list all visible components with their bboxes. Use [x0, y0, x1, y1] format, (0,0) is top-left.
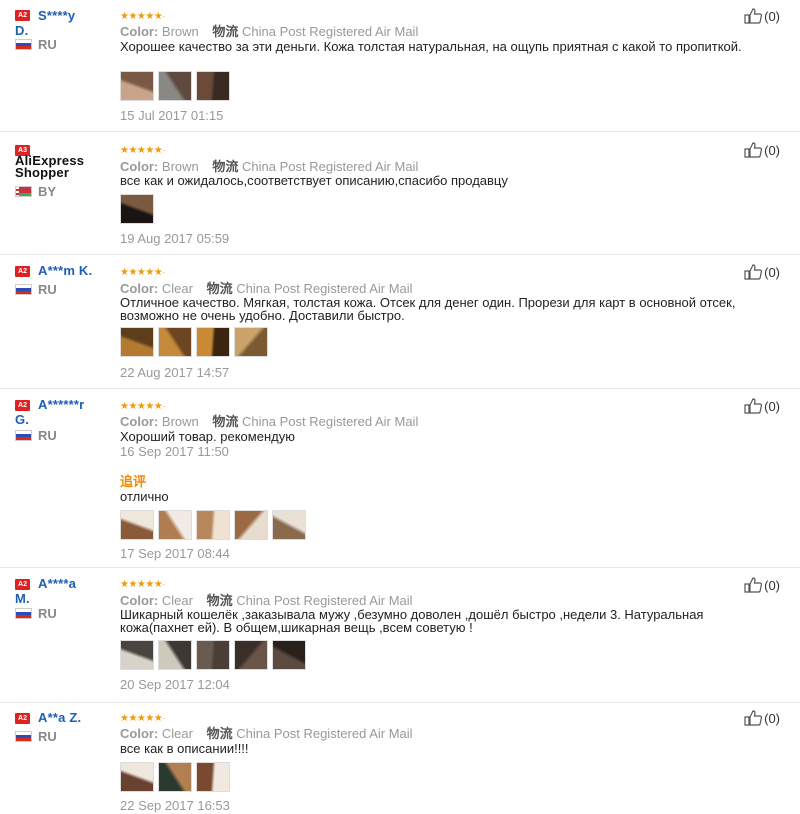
like-button[interactable]: (0) — [744, 8, 780, 24]
reviewer-name[interactable]: A******r G. — [15, 397, 84, 427]
review-item: A2 A****a M. RU ★★★★★· Color: Clear 物流 C… — [0, 568, 800, 703]
like-button[interactable]: (0) — [744, 398, 780, 414]
review-photo-thumbnail[interactable] — [234, 327, 268, 357]
thumbs-up-icon — [744, 8, 762, 24]
like-button[interactable]: (0) — [744, 710, 780, 726]
rating-stars: ★★★★★· — [120, 267, 165, 278]
thumbs-up-icon — [744, 577, 762, 593]
review-text: все как в описании!!!! — [120, 742, 780, 755]
thumbs-up-icon — [744, 398, 762, 414]
like-count: (0) — [764, 265, 780, 280]
review-photo-thumbnail[interactable] — [120, 762, 154, 792]
like-button[interactable]: (0) — [744, 264, 780, 280]
thumbs-up-icon — [744, 142, 762, 158]
review-photo-thumbnail[interactable] — [234, 510, 268, 540]
review-photo-thumbnail[interactable] — [158, 327, 192, 357]
by-flag-icon — [15, 186, 32, 197]
like-count: (0) — [764, 143, 780, 158]
order-info: Color: Clear 物流 China Post Registered Ai… — [120, 723, 413, 742]
ru-flag-icon — [15, 430, 32, 441]
review-date: 15 Jul 2017 01:15 — [120, 108, 223, 123]
review-photos — [120, 327, 268, 357]
additional-review-label: 追评 — [120, 471, 146, 490]
review-date: 22 Aug 2017 14:57 — [120, 365, 229, 380]
review-photo-thumbnail[interactable] — [120, 71, 154, 101]
ru-flag-icon — [15, 608, 32, 619]
like-count: (0) — [764, 711, 780, 726]
review-photo-thumbnail[interactable] — [158, 762, 192, 792]
review-item: A2 A***m K. RU ★★★★★· Color: Clear 物流 Ch… — [0, 255, 800, 389]
like-count: (0) — [764, 399, 780, 414]
ru-flag-icon — [15, 731, 32, 742]
like-button[interactable]: (0) — [744, 142, 780, 158]
review-item: A2 A******r G. RU ★★★★★· Color: Brown 物流… — [0, 389, 800, 568]
review-photo-thumbnail[interactable] — [196, 762, 230, 792]
review-text: Отличное качество. Мягкая, толстая кожа.… — [120, 296, 740, 322]
review-photo-thumbnail[interactable] — [120, 194, 154, 224]
additional-review-text: отлично — [120, 490, 780, 503]
thumbs-up-icon — [744, 710, 762, 726]
review-photos — [120, 71, 230, 101]
review-photo-thumbnail[interactable] — [158, 640, 192, 670]
review-date: 19 Aug 2017 05:59 — [120, 231, 229, 246]
reviewer-country: RU — [15, 606, 57, 621]
review-photos — [120, 640, 306, 670]
review-text: Шикарный кошелёк ,заказывала мужу ,безум… — [120, 608, 740, 634]
reviewer-country: RU — [15, 428, 57, 443]
review-item: A2 A**a Z. RU ★★★★★· Color: Clear 物流 Chi… — [0, 703, 800, 814]
additional-review-date: 17 Sep 2017 08:44 — [120, 546, 230, 561]
review-item: A2 S****y D. RU ★★★★★· Color: Brown 物流 C… — [0, 0, 800, 132]
reviewer-country: BY — [15, 184, 56, 199]
review-photo-thumbnail[interactable] — [158, 71, 192, 101]
reviewer-name[interactable]: A***m K. — [15, 263, 92, 278]
order-info: Color: Brown 物流 China Post Registered Ai… — [120, 21, 418, 40]
review-photo-thumbnail[interactable] — [120, 640, 154, 670]
review-photos — [120, 762, 230, 792]
rating-stars: ★★★★★· — [120, 579, 165, 590]
review-photos — [120, 194, 154, 224]
reviewer-name[interactable]: A**a Z. — [15, 710, 81, 725]
like-button[interactable]: (0) — [744, 577, 780, 593]
like-count: (0) — [764, 578, 780, 593]
rating-stars: ★★★★★· — [120, 145, 165, 156]
review-item: A3 AliExpress Shopper BY ★★★★★· Color: B… — [0, 132, 800, 255]
review-text: Хорошее качество за эти деньги. Кожа тол… — [120, 40, 780, 53]
review-photos — [120, 510, 306, 540]
review-text: Хороший товар. рекомендую — [120, 430, 780, 443]
reviewer-name[interactable]: AliExpress Shopper — [15, 155, 84, 179]
review-photo-thumbnail[interactable] — [272, 640, 306, 670]
like-count: (0) — [764, 9, 780, 24]
review-photo-thumbnail[interactable] — [196, 71, 230, 101]
review-date: 20 Sep 2017 12:04 — [120, 677, 230, 692]
reviewer-country: RU — [15, 729, 57, 744]
review-text: все как и ожидалось,соответствует описан… — [120, 174, 780, 187]
review-date: 16 Sep 2017 11:50 — [120, 444, 229, 459]
review-photo-thumbnail[interactable] — [234, 640, 268, 670]
reviewer-name[interactable]: S****y D. — [15, 8, 75, 38]
reviewer-country: RU — [15, 282, 57, 297]
order-info: Color: Brown 物流 China Post Registered Ai… — [120, 411, 418, 430]
ru-flag-icon — [15, 39, 32, 50]
review-photo-thumbnail[interactable] — [272, 510, 306, 540]
review-photo-thumbnail[interactable] — [158, 510, 192, 540]
reviewer-country: RU — [15, 37, 57, 52]
ru-flag-icon — [15, 284, 32, 295]
review-photo-thumbnail[interactable] — [196, 327, 230, 357]
review-photo-thumbnail[interactable] — [196, 510, 230, 540]
review-date: 22 Sep 2017 16:53 — [120, 798, 230, 813]
review-photo-thumbnail[interactable] — [196, 640, 230, 670]
review-photo-thumbnail[interactable] — [120, 327, 154, 357]
reviewer-name[interactable]: A****a M. — [15, 576, 76, 606]
thumbs-up-icon — [744, 264, 762, 280]
review-photo-thumbnail[interactable] — [120, 510, 154, 540]
